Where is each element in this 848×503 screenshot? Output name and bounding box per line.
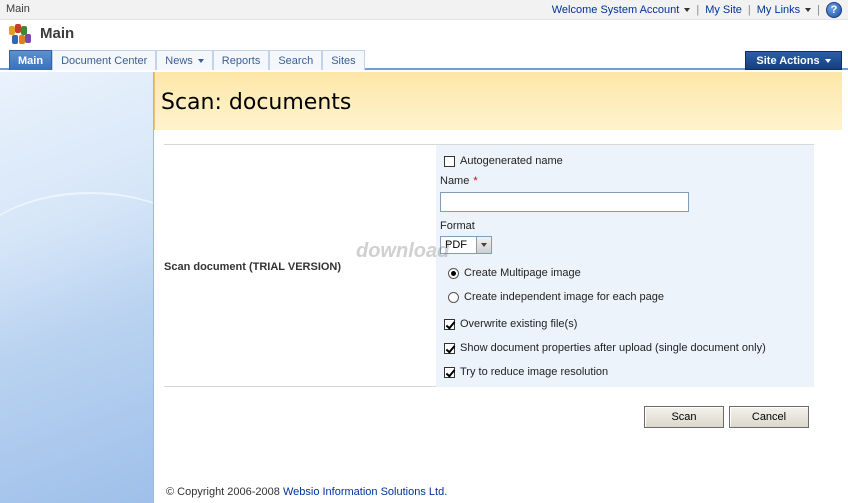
tab-document-center[interactable]: Document Center (52, 50, 157, 70)
watermark: download (356, 240, 450, 262)
left-navigation (0, 72, 154, 503)
radio-independent-row: Create independent image for each page (448, 291, 664, 303)
scan-button[interactable]: Scan (644, 406, 724, 428)
site-title[interactable]: Main (40, 25, 74, 42)
tab-strip: Main Document Center News Reports Search… (9, 50, 365, 70)
reduce-resolution-row: Try to reduce image resolution (444, 366, 608, 378)
form-field-cell: Autogenerated name Name * Format PDF Cre… (436, 145, 814, 387)
breadcrumb[interactable]: Main (6, 3, 30, 15)
copyright-text: © Copyright 2006-2008 (166, 486, 280, 498)
tab-sites[interactable]: Sites (322, 50, 365, 70)
cancel-button[interactable]: Cancel (729, 406, 809, 428)
reduce-resolution-checkbox[interactable] (444, 366, 455, 378)
main-content: Scan: documents Scan document (TRIAL VER… (154, 72, 848, 503)
overwrite-checkbox[interactable] (444, 318, 455, 330)
top-links: Welcome System Account | My Site | My Li… (546, 0, 848, 20)
format-label-row: Format (440, 220, 475, 232)
divider: | (817, 4, 820, 16)
scan-form: Scan document (TRIAL VERSION) Autogenera… (164, 144, 814, 387)
reduce-resolution-label: Try to reduce image resolution (460, 366, 609, 378)
tab-search[interactable]: Search (269, 50, 323, 70)
top-bar: Main Welcome System Account | My Site | … (0, 0, 848, 20)
multipage-label: Create Multipage image (464, 267, 581, 279)
chevron-down-icon (805, 8, 812, 12)
welcome-label: Welcome System Account (551, 4, 680, 16)
page-title: Scan: documents (161, 90, 352, 115)
autogenerated-name-row: Autogenerated name (444, 155, 563, 167)
name-label: Name (440, 175, 470, 187)
chevron-down-icon (481, 243, 487, 247)
independent-radio[interactable] (448, 291, 459, 303)
form-label-cell: Scan document (TRIAL VERSION) (164, 145, 436, 387)
chevron-down-icon (824, 58, 831, 63)
site-actions-button[interactable]: Site Actions (745, 51, 842, 70)
name-label-row: Name * (440, 175, 478, 187)
multipage-radio[interactable] (448, 267, 459, 279)
site-actions-label: Site Actions (756, 54, 820, 67)
welcome-menu[interactable]: Welcome System Account (546, 4, 697, 16)
page-header: Scan: documents (154, 72, 842, 130)
format-dropdown-button[interactable] (476, 237, 491, 253)
site-logo-icon (9, 24, 33, 46)
chevron-down-icon (197, 58, 204, 63)
name-input[interactable] (440, 192, 689, 212)
radio-multipage-row: Create Multipage image (448, 267, 581, 279)
top-navigation: Main Document Center News Reports Search… (0, 50, 848, 70)
decorative-swoosh (0, 192, 153, 352)
show-properties-label: Show document properties after upload (s… (460, 342, 766, 354)
chevron-down-icon (684, 8, 691, 12)
my-site-link[interactable]: My Site (699, 4, 748, 16)
format-label: Format (440, 220, 475, 232)
show-properties-checkbox[interactable] (444, 342, 455, 354)
overwrite-row: Overwrite existing file(s) (444, 318, 577, 330)
section-label: Scan document (TRIAL VERSION) (164, 261, 342, 273)
required-marker: * (473, 175, 478, 187)
overwrite-label: Overwrite existing file(s) (460, 318, 578, 330)
tab-reports[interactable]: Reports (212, 50, 270, 70)
autogenerated-name-checkbox[interactable] (444, 155, 455, 167)
tab-main[interactable]: Main (9, 50, 53, 70)
title-bar: Main (0, 20, 848, 50)
independent-label: Create independent image for each page (464, 291, 664, 303)
autogenerated-name-label: Autogenerated name (460, 155, 563, 167)
footer: © Copyright 2006-2008 Websio Information… (166, 486, 447, 498)
my-links-label: My Links (756, 4, 801, 16)
company-link[interactable]: Websio Information Solutions Ltd. (283, 486, 447, 498)
tab-news-label: News (165, 54, 193, 67)
my-links-menu[interactable]: My Links (751, 4, 817, 16)
help-icon[interactable]: ? (826, 2, 842, 18)
tab-news[interactable]: News (156, 50, 213, 70)
show-properties-row: Show document properties after upload (s… (444, 342, 766, 354)
